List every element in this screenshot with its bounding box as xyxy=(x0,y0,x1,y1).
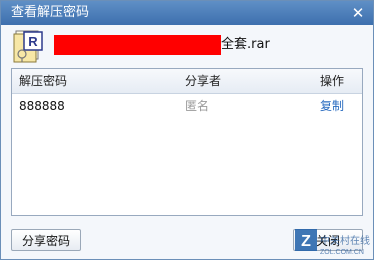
copy-link[interactable]: 复制 xyxy=(320,98,344,114)
rar-file-icon: R xyxy=(13,30,43,63)
password-value: 888888 xyxy=(19,99,65,113)
rar-icon-letter: R xyxy=(28,34,38,49)
sharer-value: 匿名 xyxy=(185,99,210,113)
share-password-button[interactable]: 分享密码 xyxy=(11,229,81,251)
close-button[interactable]: 关闭 xyxy=(293,229,363,251)
redacted-filename xyxy=(54,35,221,55)
file-name-suffix: 全套.rar xyxy=(221,37,270,52)
password-dialog: 查看解压密码 ✕ R 全套.rar 解压密码 分享者 操作 888888 匿名 … xyxy=(0,0,374,260)
table-header: 解压密码 分享者 操作 xyxy=(12,69,362,94)
close-icon[interactable]: ✕ xyxy=(349,4,367,22)
dialog-title: 查看解压密码 xyxy=(11,5,90,20)
column-header-sharer: 分享者 xyxy=(185,74,222,88)
file-info: R 全套.rar xyxy=(1,25,373,65)
table-row: 888888 匿名 复制 xyxy=(12,94,362,118)
column-header-action: 操作 xyxy=(320,74,345,88)
column-header-password: 解压密码 xyxy=(19,74,68,88)
title-bar: 查看解压密码 ✕ xyxy=(1,1,373,25)
password-table: 解压密码 分享者 操作 888888 匿名 复制 xyxy=(11,68,363,216)
